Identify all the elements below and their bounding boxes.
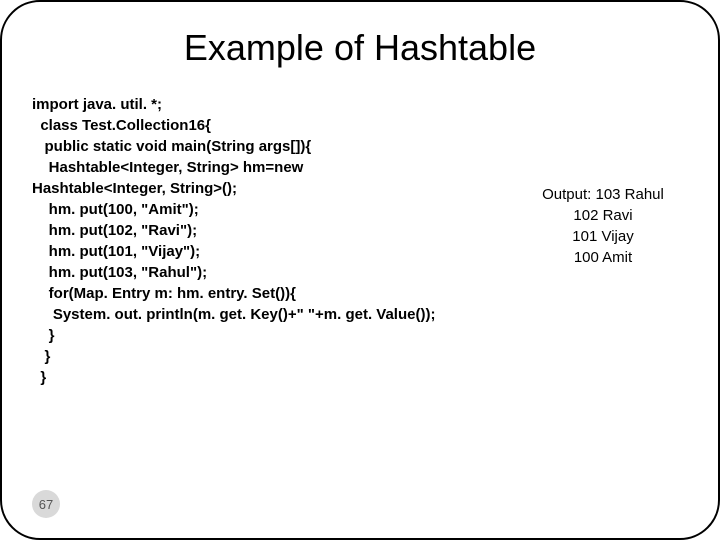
slide-title: Example of Hashtable <box>32 27 688 69</box>
code-line: } <box>32 346 518 367</box>
output-line: 102 Ravi <box>518 205 688 226</box>
code-line: } <box>32 367 518 388</box>
code-line: class Test.Collection16{ <box>32 115 518 136</box>
page-number: 67 <box>32 490 60 518</box>
code-line: hm. put(103, "Rahul"); <box>32 262 518 283</box>
output-line: 100 Amit <box>518 247 688 268</box>
code-line: hm. put(101, "Vijay"); <box>32 241 518 262</box>
output-line: 101 Vijay <box>518 226 688 247</box>
code-line: Hashtable<Integer, String> hm=new <box>32 157 518 178</box>
code-line: hm. put(102, "Ravi"); <box>32 220 518 241</box>
code-line: for(Map. Entry m: hm. entry. Set()){ <box>32 283 518 304</box>
output-block: Output: 103 Rahul 102 Ravi 101 Vijay 100… <box>518 184 688 268</box>
code-line: hm. put(100, "Amit"); <box>32 199 518 220</box>
output-line: Output: 103 Rahul <box>518 184 688 205</box>
code-line: Hashtable<Integer, String>(); <box>32 178 518 199</box>
code-line: import java. util. *; <box>32 94 518 115</box>
code-block: import java. util. *; class Test.Collect… <box>32 94 518 388</box>
code-line: } <box>32 325 518 346</box>
slide-frame: Example of Hashtable import java. util. … <box>0 0 720 540</box>
code-line: public static void main(String args[]){ <box>32 136 518 157</box>
content-row: import java. util. *; class Test.Collect… <box>32 94 688 388</box>
code-line: System. out. println(m. get. Key()+" "+m… <box>32 304 518 325</box>
